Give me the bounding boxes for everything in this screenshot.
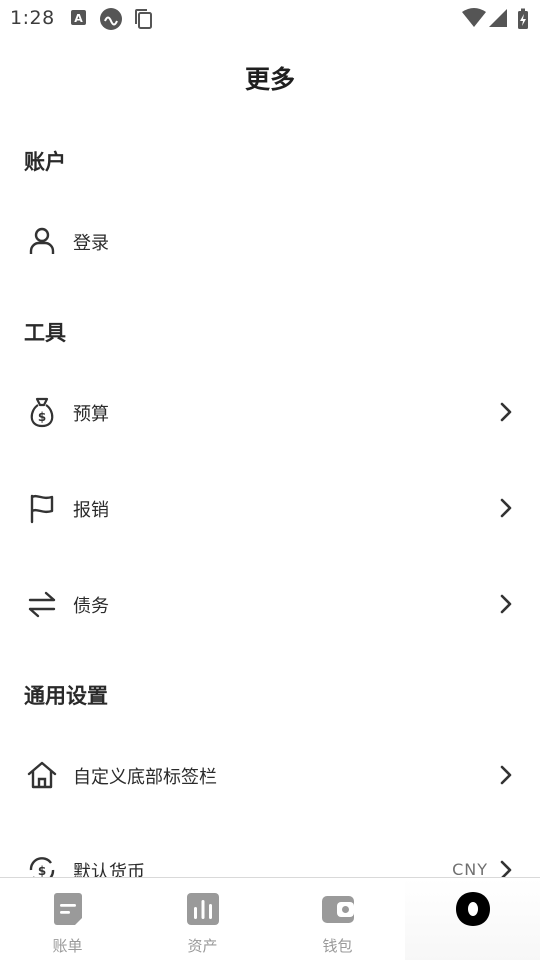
nav-label-bills: 账单 [52, 937, 83, 955]
settings-list[interactable]: 账户 登录 工具 $ 预算 报销 债务 通用设置 自定义底部标签栏 $ 默认货币… [0, 100, 540, 878]
more-blob-icon [455, 891, 491, 927]
battery-charging-icon [517, 8, 529, 34]
default-currency-row[interactable]: $ 默认货币 CNY [0, 842, 540, 878]
default-currency-label: 默认货币 [73, 862, 145, 878]
nav-label-wallet: 钱包 [322, 937, 353, 955]
debt-label: 债务 [73, 596, 109, 617]
flag-icon [26, 492, 58, 524]
nav-tab-bills[interactable]: 账单 [0, 878, 135, 960]
currency-exchange-icon: $ [26, 854, 58, 878]
bottom-nav: 账单 资产 钱包 [0, 877, 540, 960]
budget-row[interactable]: $ 预算 [0, 384, 540, 444]
bill-icon [50, 891, 86, 927]
svg-text:$: $ [38, 410, 46, 424]
status-bar: 1:28 A [0, 0, 540, 36]
status-time: 1:28 [10, 7, 55, 29]
nav-tab-assets[interactable]: 资产 [135, 878, 270, 960]
money-bag-icon: $ [26, 396, 58, 428]
transfer-arrows-icon [26, 588, 58, 620]
nav-label-assets: 资产 [187, 937, 218, 955]
copy-icon [133, 8, 155, 34]
svg-text:A: A [74, 12, 83, 25]
home-icon [26, 759, 58, 791]
custom-tabbar-label: 自定义底部标签栏 [73, 767, 217, 788]
chart-icon [185, 891, 221, 927]
chevron-right-icon [496, 592, 516, 616]
section-heading-general: 通用设置 [24, 684, 108, 708]
reimburse-row[interactable]: 报销 [0, 480, 540, 540]
wifi-icon [462, 8, 486, 32]
signal-icon [488, 8, 508, 32]
wallet-icon [320, 891, 356, 927]
chevron-right-icon [496, 496, 516, 520]
login-row[interactable]: 登录 [0, 213, 540, 273]
svg-text:$: $ [38, 864, 46, 878]
keyboard-a-icon: A [70, 8, 88, 32]
budget-label: 预算 [73, 404, 109, 425]
user-icon [26, 225, 58, 257]
chevron-right-icon [496, 858, 516, 878]
more-screen: 1:28 A 更多 账户 登录 工具 $ 预算 报销 债务 通用设置 自定义底部… [0, 0, 540, 960]
reimburse-label: 报销 [73, 500, 109, 521]
custom-tabbar-row[interactable]: 自定义底部标签栏 [0, 747, 540, 807]
debt-row[interactable]: 债务 [0, 576, 540, 636]
section-heading-tools: 工具 [24, 321, 66, 345]
app-circle-icon [98, 8, 124, 34]
nav-tab-wallet[interactable]: 钱包 [270, 878, 405, 960]
nav-tab-more[interactable] [405, 878, 540, 960]
chevron-right-icon [496, 400, 516, 424]
default-currency-value: CNY [452, 860, 488, 878]
page-title: 更多 [244, 65, 295, 94]
chevron-right-icon [496, 763, 516, 787]
section-heading-account: 账户 [24, 150, 66, 174]
login-label: 登录 [73, 233, 109, 254]
